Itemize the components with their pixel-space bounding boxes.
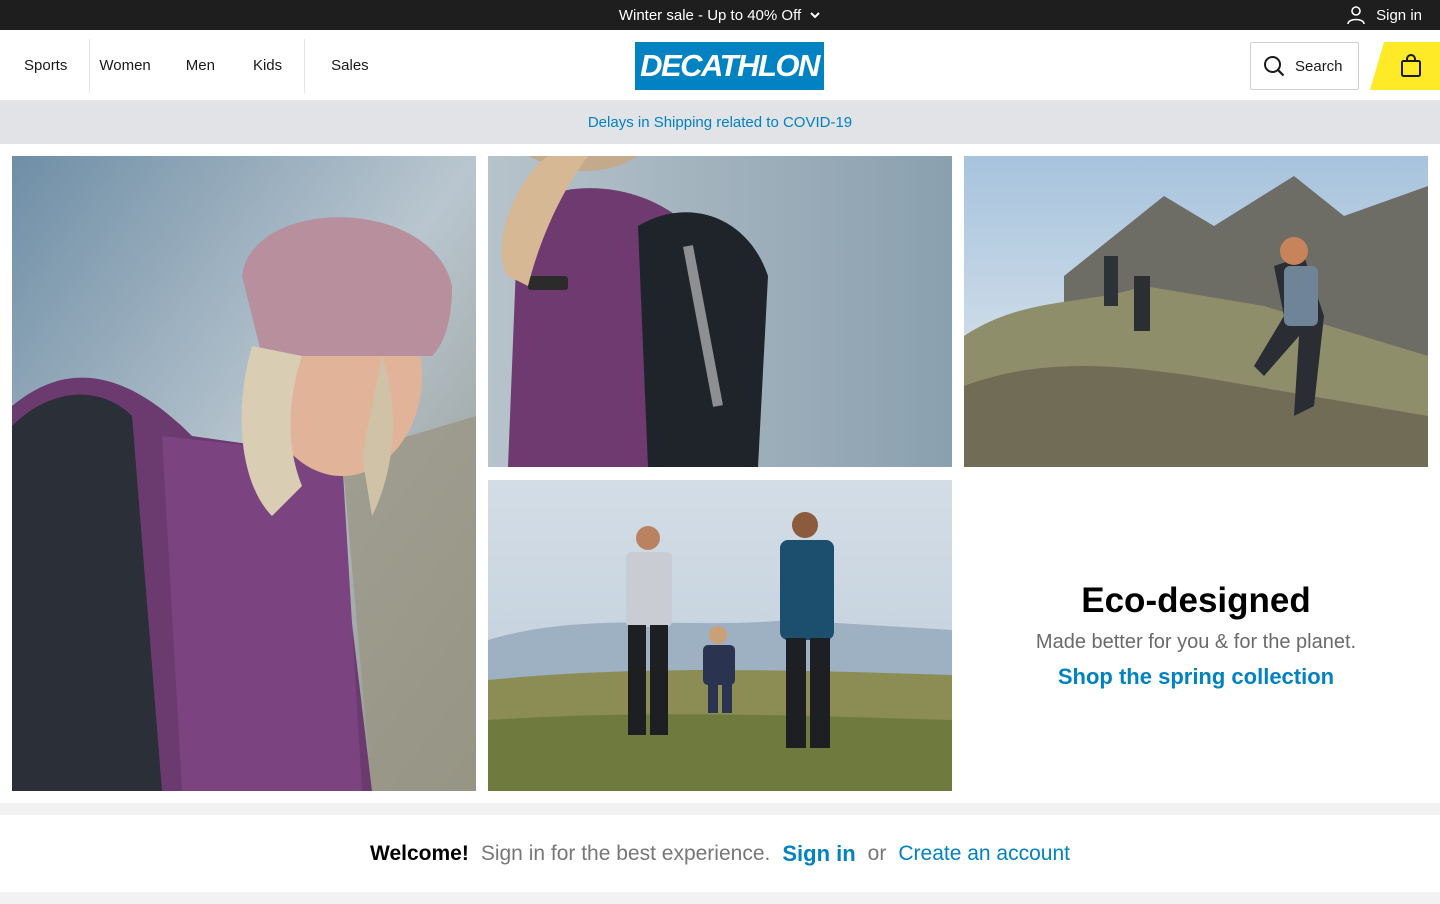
shop-spring-collection-link[interactable]: Shop the spring collection [1058,664,1334,690]
promo-bar: Winter sale - Up to 40% Off Sign in [0,0,1440,30]
user-icon [1347,6,1365,25]
chevron-down-icon [810,12,820,19]
nav-women[interactable]: Women [90,39,185,93]
search-button[interactable]: Search [1250,42,1359,90]
signin-label: Sign in [1376,6,1422,24]
hero-image-woman-backpack[interactable] [12,156,476,791]
decathlon-logo[interactable]: DECATHLON [635,42,824,90]
top-signin-link[interactable]: Sign in [1346,0,1422,30]
search-label: Search [1295,57,1343,75]
nav-men[interactable]: Men [186,39,253,93]
hero-image-mountain-ridge[interactable] [964,156,1428,467]
section-divider [0,803,1440,815]
logo-text: DECATHLON [640,48,820,83]
welcome-signin-strip: Welcome! Sign in for the best experience… [0,815,1440,892]
hero-subtitle: Made better for you & for the planet. [1035,631,1357,653]
create-account-link[interactable]: Create an account [898,842,1070,866]
main-nav: Sports Women Men Kids Sales [24,30,369,101]
welcome-signin-link[interactable]: Sign in [782,841,855,867]
hero-image-backpack-shoulder[interactable] [488,156,952,467]
welcome-or-text: or [867,841,887,865]
banner-text: Delays in Shipping related to COVID-19 [587,114,853,131]
cart-button[interactable] [1370,42,1440,90]
eco-designed-promo: Eco-designed Made better for you & for t… [964,480,1428,791]
covid-shipping-banner[interactable]: Delays in Shipping related to COVID-19 [0,101,1440,144]
section-divider [0,892,1440,904]
nav-sports[interactable]: Sports [24,39,89,93]
welcome-title: Welcome! [370,841,469,865]
nav-sales[interactable]: Sales [305,39,369,93]
nav-kids[interactable]: Kids [253,39,304,93]
search-icon [1264,56,1285,77]
promo-text: Winter sale - Up to 40% Off [618,6,802,24]
welcome-text: Sign in for the best experience. [480,841,771,865]
hero-title: Eco-designed [1081,581,1311,620]
shopping-bag-icon [1401,54,1421,77]
site-header: Sports Women Men Kids Sales DECATHLON Se… [0,30,1440,101]
winter-sale-promo[interactable]: Winter sale - Up to 40% Off [0,0,1440,30]
hero-image-family-hike[interactable] [488,480,952,791]
